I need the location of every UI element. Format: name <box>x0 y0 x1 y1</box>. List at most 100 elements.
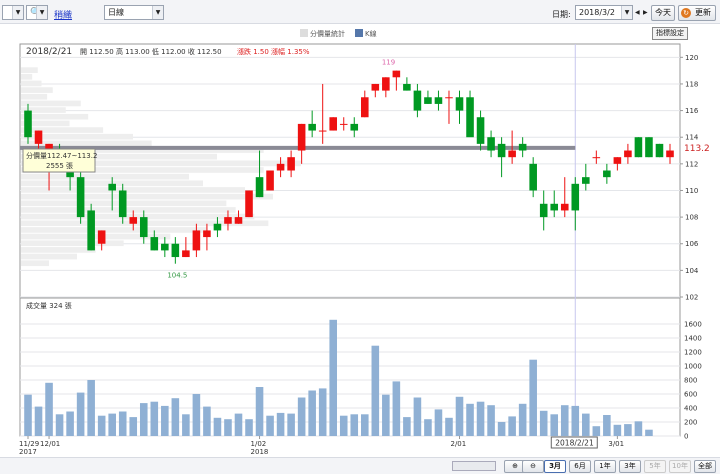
tooltip-volume: 2555 張 <box>46 162 73 170</box>
volume-bar <box>76 392 85 436</box>
x-tick-label: 2/01 <box>451 440 467 448</box>
price-profile-bar <box>21 207 236 213</box>
price-profile-bar <box>21 233 171 240</box>
volume-bar <box>392 381 401 436</box>
volume-bar <box>518 403 527 436</box>
selected-date-label: 2018/2/21 <box>555 439 594 448</box>
tooltip-range: 分價量112.47~113.2 <box>26 151 97 160</box>
candle-body <box>276 163 285 171</box>
candle-body <box>571 183 580 211</box>
info-change: 漲跌 1.50 漲幅 1.35% <box>237 47 310 56</box>
volume-bar <box>192 394 201 436</box>
volume-bar <box>603 415 611 436</box>
stock-chart[interactable]: 1021041061081101121141161181200200400600… <box>0 0 720 457</box>
candle-body <box>382 77 390 91</box>
candle-body <box>487 137 495 151</box>
candle-body <box>213 223 222 231</box>
x-tick-label: 12/01 <box>40 440 60 448</box>
volume-bar <box>413 397 422 436</box>
volume-bar <box>203 406 211 436</box>
price-profile-bar <box>21 247 96 253</box>
volume-bar <box>24 394 32 436</box>
candle-body <box>666 150 674 158</box>
price-tick-label: 118 <box>685 80 698 88</box>
scrollbar[interactable] <box>452 461 496 471</box>
price-tick-label: 110 <box>685 187 698 195</box>
volume-bar <box>234 413 243 436</box>
volume-bar <box>360 414 369 436</box>
candle-body <box>424 97 432 104</box>
volume-bar <box>266 415 274 436</box>
candle-body <box>118 190 127 218</box>
candle-body <box>350 123 359 131</box>
range-all-button[interactable]: 全部 <box>694 460 716 473</box>
candle-body <box>287 157 295 171</box>
candle-body <box>634 137 643 158</box>
volume-bar <box>350 414 359 436</box>
range-1y-button[interactable]: 1年 <box>594 460 616 473</box>
price-profile-bar <box>21 187 245 193</box>
range-3y-button[interactable]: 3年 <box>619 460 641 473</box>
low-annotation: 104.5 <box>167 272 187 280</box>
volume-bar <box>34 406 43 436</box>
range-6m-button[interactable]: 6月 <box>569 460 591 473</box>
candle-body <box>613 157 622 164</box>
volume-bar <box>276 412 285 436</box>
candle-body <box>360 97 369 118</box>
volume-bar <box>129 417 138 436</box>
volume-bar <box>497 422 506 436</box>
candle-body <box>171 243 180 258</box>
candle-body <box>497 143 506 158</box>
zoom-out-icon[interactable]: ⊖ <box>522 460 544 473</box>
range-3m-button[interactable]: 3月 <box>544 460 566 473</box>
volume-bar <box>213 417 222 436</box>
price-tick-label: 120 <box>685 54 698 62</box>
volume-tick-label: 1400 <box>684 335 702 343</box>
candle-body <box>445 97 453 99</box>
candle-body <box>403 83 411 91</box>
volume-tick-label: 0 <box>684 433 688 441</box>
candle-body <box>434 97 443 104</box>
x-tick-label: 1/02 <box>251 440 267 448</box>
volume-bar <box>466 403 474 436</box>
volume-tick-label: 800 <box>684 377 697 385</box>
volume-bar <box>161 405 169 436</box>
volume-bar <box>287 413 295 436</box>
volume-tick-label: 400 <box>684 405 697 413</box>
volume-bar <box>245 419 253 436</box>
candle-body <box>318 130 327 132</box>
volume-bar <box>171 398 180 436</box>
candle-body <box>455 97 464 111</box>
candle-body <box>339 123 348 125</box>
price-tick-label: 108 <box>685 214 698 222</box>
candle-body <box>560 203 569 211</box>
price-profile-bar <box>21 100 81 107</box>
volume-bar <box>582 413 590 436</box>
candle-body <box>371 83 380 91</box>
candle-body <box>329 117 338 131</box>
candle-body <box>508 150 516 158</box>
candle-body <box>529 163 537 191</box>
volume-bar <box>87 380 95 436</box>
candle-body <box>655 143 664 158</box>
candle-body <box>139 217 148 238</box>
candle-body <box>255 177 264 198</box>
price-profile-bar <box>21 240 124 247</box>
candle-body <box>645 137 653 158</box>
price-tick-label: 104 <box>685 267 699 275</box>
volume-bar <box>255 387 264 436</box>
price-profile-bar <box>21 93 48 100</box>
range-10y-button: 10年 <box>669 460 691 473</box>
price-tick-label: 116 <box>685 107 699 115</box>
bottom-bar: ⊕ ⊖ 3月 6月 1年 3年 5年 10年 全部 <box>0 457 720 474</box>
volume-bar <box>150 401 159 436</box>
volume-bar <box>476 401 485 436</box>
volume-bar <box>455 396 464 436</box>
candle-body <box>234 217 243 224</box>
x-tick-year-label: 2018 <box>251 448 269 456</box>
candle-body <box>97 230 106 244</box>
volume-bar <box>445 417 453 436</box>
volume-bar <box>329 319 338 436</box>
volume-tick-label: 200 <box>684 419 697 427</box>
price-tick-label: 114 <box>685 134 699 142</box>
